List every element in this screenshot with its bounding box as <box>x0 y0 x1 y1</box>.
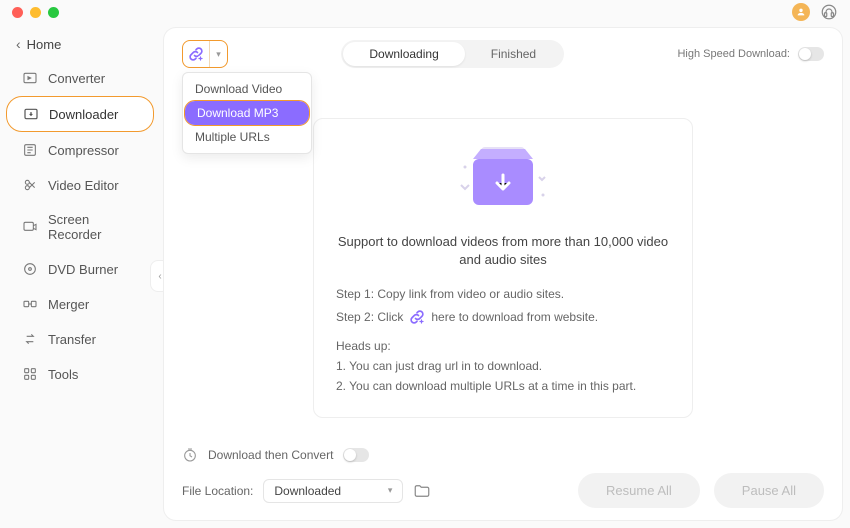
maximize-window-button[interactable] <box>48 7 59 18</box>
sidebar-item-downloader[interactable]: Downloader <box>6 96 154 132</box>
dvd-burner-icon <box>22 261 38 277</box>
sidebar-item-screen-recorder[interactable]: Screen Recorder <box>6 203 154 251</box>
file-location-select[interactable]: Downloaded ▾ <box>263 479 403 503</box>
video-editor-icon <box>22 177 38 193</box>
window-controls <box>12 7 59 18</box>
support-icon[interactable] <box>820 3 838 21</box>
sidebar-item-dvd-burner[interactable]: DVD Burner <box>6 252 154 286</box>
tab-finished[interactable]: Finished <box>465 42 562 66</box>
sidebar-item-compressor[interactable]: Compressor <box>6 133 154 167</box>
add-download-button[interactable]: ▾ <box>182 40 228 68</box>
add-dropdown-menu: Download Video Download MP3 Multiple URL… <box>182 72 312 154</box>
sidebar-item-label: Converter <box>48 71 105 86</box>
sidebar-item-label: Video Editor <box>48 178 119 193</box>
chevron-left-icon: ‹ <box>16 36 21 52</box>
resume-all-button[interactable]: Resume All <box>578 473 700 508</box>
download-convert-toggle[interactable] <box>343 448 369 462</box>
converter-icon <box>22 70 38 86</box>
sidebar-item-converter[interactable]: Converter <box>6 61 154 95</box>
minimize-window-button[interactable] <box>30 7 41 18</box>
empty-illustration <box>336 137 670 219</box>
high-speed-toggle[interactable] <box>798 47 824 61</box>
empty-state-card: Support to download videos from more tha… <box>313 118 693 418</box>
home-label: Home <box>27 37 62 52</box>
link-plus-icon <box>407 307 427 327</box>
pause-all-button[interactable]: Pause All <box>714 473 824 508</box>
titlebar <box>0 0 850 24</box>
high-speed-row: High Speed Download: <box>677 47 824 61</box>
compressor-icon <box>22 142 38 158</box>
sidebar-item-tools[interactable]: Tools <box>6 357 154 391</box>
high-speed-label: High Speed Download: <box>677 48 790 60</box>
dropdown-item-download-mp3[interactable]: Download MP3 <box>185 101 309 125</box>
dropdown-item-download-video[interactable]: Download Video <box>183 77 311 101</box>
sidebar: ‹ Home Converter Downloader Compressor V… <box>0 24 160 528</box>
sidebar-item-label: Tools <box>48 367 78 382</box>
open-folder-button[interactable] <box>413 482 431 500</box>
step-1: Step 1: Copy link from video or audio si… <box>336 287 670 301</box>
sidebar-item-label: DVD Burner <box>48 262 118 277</box>
user-avatar[interactable] <box>792 3 810 21</box>
sidebar-item-merger[interactable]: Merger <box>6 287 154 321</box>
screen-recorder-icon <box>22 219 38 235</box>
chevron-down-icon: ▾ <box>388 485 393 496</box>
sidebar-item-label: Compressor <box>48 143 119 158</box>
merger-icon <box>22 296 38 312</box>
dropdown-item-multiple-urls[interactable]: Multiple URLs <box>183 125 311 149</box>
back-home-button[interactable]: ‹ Home <box>0 28 160 60</box>
heads-up-label: Heads up: <box>336 339 670 353</box>
empty-message: Support to download videos from more tha… <box>336 233 670 269</box>
heads-up-2: 2. You can download multiple URLs at a t… <box>336 379 670 393</box>
bottom-bar: Download then Convert File Location: Dow… <box>182 437 824 508</box>
downloader-icon <box>23 106 39 122</box>
sidebar-item-label: Downloader <box>49 107 118 122</box>
transfer-icon <box>22 331 38 347</box>
step-2: Step 2: Click here to download from webs… <box>336 307 670 327</box>
add-dropdown-toggle[interactable]: ▾ <box>209 41 227 67</box>
sidebar-item-label: Screen Recorder <box>48 212 138 242</box>
heads-up-1: 1. You can just drag url in to download. <box>336 359 670 373</box>
file-location-label: File Location: <box>182 484 253 498</box>
status-tabs: Downloading Finished <box>341 40 564 68</box>
main-panel: ▾ Downloading Finished High Speed Downlo… <box>164 28 842 520</box>
sidebar-item-label: Transfer <box>48 332 96 347</box>
download-convert-label: Download then Convert <box>208 448 333 462</box>
close-window-button[interactable] <box>12 7 23 18</box>
link-plus-icon <box>183 41 209 67</box>
tab-downloading[interactable]: Downloading <box>343 42 464 66</box>
tools-icon <box>22 366 38 382</box>
timer-icon <box>182 447 198 463</box>
sidebar-item-video-editor[interactable]: Video Editor <box>6 168 154 202</box>
sidebar-item-label: Merger <box>48 297 89 312</box>
sidebar-item-transfer[interactable]: Transfer <box>6 322 154 356</box>
